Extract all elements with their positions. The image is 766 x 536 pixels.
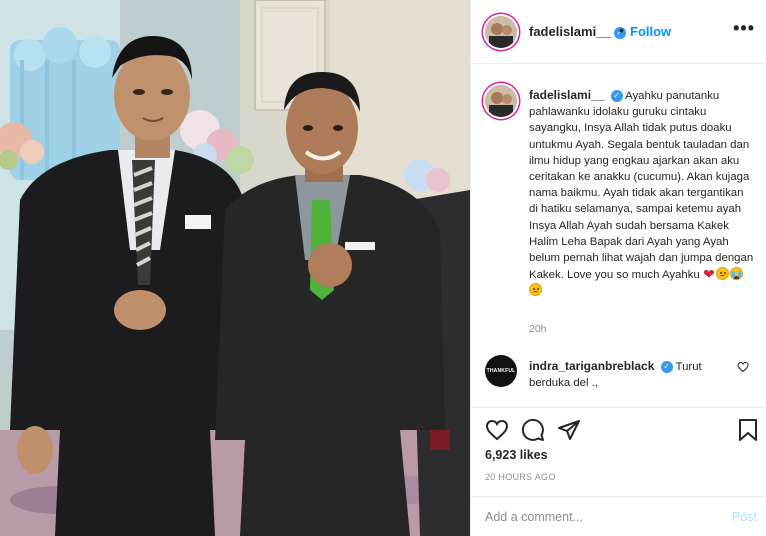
post-actions: 6,923 likes 20 HOURS AGO [471, 407, 766, 503]
post-photo[interactable] [0, 0, 470, 536]
post-details-panel: fadelislami__ ✓ • Follow ••• fadelislami_… [470, 0, 766, 536]
add-comment-input[interactable] [485, 507, 705, 527]
follow-button[interactable]: Follow [630, 24, 671, 39]
author-avatar-image [485, 16, 517, 48]
post-timestamp[interactable]: 20 HOURS AGO [485, 472, 556, 482]
bookmark-icon[interactable] [737, 418, 759, 442]
share-icon[interactable] [557, 418, 581, 442]
commenter-avatar[interactable]: THANKFUL [485, 355, 517, 387]
crying-face-icon [729, 267, 743, 281]
comment-icon[interactable] [521, 418, 545, 442]
post-caption: fadelislami__ ✓ Ayahku panutanku pahlawa… [529, 87, 755, 300]
heart-icon[interactable] [485, 418, 509, 442]
author-username[interactable]: fadelislami__ ✓ [529, 24, 626, 39]
post-comment-button[interactable]: Post [732, 510, 757, 524]
add-comment-bar: Post [471, 496, 766, 536]
caption-avatar-image [485, 85, 517, 117]
author-avatar[interactable] [485, 16, 517, 48]
post-header: fadelislami__ ✓ • Follow ••• [471, 0, 766, 64]
more-options-icon[interactable]: ••• [733, 18, 755, 39]
grimacing-face-icon [715, 267, 729, 281]
comment-username[interactable]: indra_tariganbreblack [529, 359, 654, 373]
commenter-avatar-text: THANKFUL [486, 368, 516, 374]
comments-list[interactable]: fadelislami__ ✓ Ayahku panutanku pahlawa… [471, 65, 766, 407]
comment-item: indra_tariganbreblack ✓ Turut berduka de… [529, 358, 729, 391]
separator-dot: • [619, 22, 624, 38]
red-heart-icon: ❤ [702, 266, 715, 283]
verified-badge-icon: ✓ [660, 361, 673, 373]
frowning-face-icon [529, 283, 542, 297]
comment-like-heart-icon[interactable] [737, 361, 749, 373]
verified-badge-icon: ✓ [610, 90, 623, 102]
caption-author-avatar[interactable] [485, 85, 517, 117]
caption-username[interactable]: fadelislami__ [529, 88, 604, 102]
photo-image [0, 0, 470, 536]
likes-count[interactable]: 6,923 likes [485, 448, 548, 462]
caption-time[interactable]: 20h [529, 323, 547, 335]
caption-text: Ayahku panutanku pahlawanku idolaku guru… [529, 90, 754, 282]
